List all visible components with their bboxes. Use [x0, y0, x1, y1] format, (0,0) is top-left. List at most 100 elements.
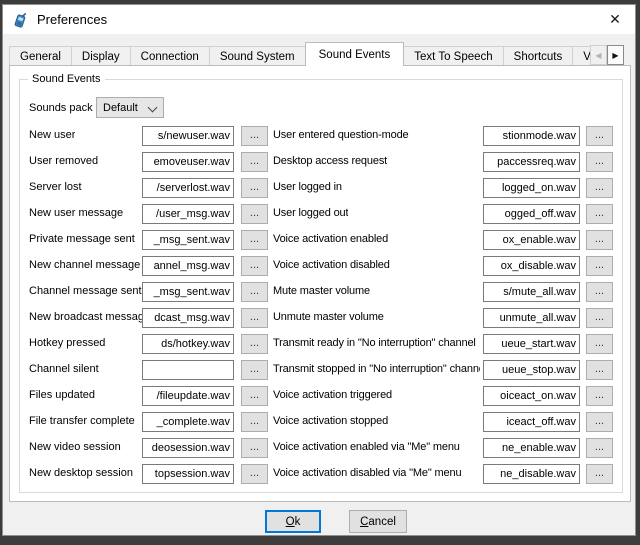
chevron-down-icon [148, 103, 158, 113]
sound-file-input[interactable] [483, 386, 580, 406]
sound-file-input[interactable] [142, 438, 234, 458]
tab-text-to-speech[interactable]: Text To Speech [403, 46, 503, 66]
sound-events-column-right: User entered question-mode ... Desktop a… [273, 124, 615, 488]
sound-file-input[interactable] [142, 204, 234, 224]
browse-button[interactable]: ... [241, 334, 268, 354]
sound-event-label: New channel message [29, 259, 140, 271]
sound-event-row: Transmit ready in "No interruption" chan… [273, 332, 615, 358]
sound-file-input[interactable] [483, 230, 580, 250]
app-icon [12, 11, 29, 28]
sound-file-input[interactable] [483, 308, 580, 328]
tab-display[interactable]: Display [71, 46, 131, 66]
sound-file-input[interactable] [483, 360, 580, 380]
cancel-button[interactable]: Cancel [349, 510, 407, 533]
sound-event-row: Voice activation disabled via "Me" menu … [273, 462, 615, 488]
sound-event-label: Unmute master volume [273, 311, 384, 323]
sound-file-input[interactable] [142, 256, 234, 276]
sound-file-input[interactable] [142, 360, 234, 380]
sound-file-input[interactable] [483, 412, 580, 432]
sound-file-input[interactable] [142, 178, 234, 198]
sound-file-input[interactable] [142, 308, 234, 328]
browse-button[interactable]: ... [586, 204, 613, 224]
tab-connection[interactable]: Connection [130, 46, 210, 66]
sound-file-input[interactable] [483, 282, 580, 302]
sounds-pack-label: Sounds pack [29, 102, 93, 114]
browse-button[interactable]: ... [241, 178, 268, 198]
sound-event-row: Files updated ... [29, 384, 271, 410]
sound-event-row: New desktop session ... [29, 462, 271, 488]
sound-event-label: New video session [29, 441, 121, 453]
sound-event-label: Files updated [29, 389, 95, 401]
browse-button[interactable]: ... [241, 152, 268, 172]
sound-file-input[interactable] [142, 230, 234, 250]
browse-button[interactable]: ... [586, 178, 613, 198]
sound-event-row: Voice activation stopped ... [273, 410, 615, 436]
sound-event-label: Channel message sent [29, 285, 142, 297]
sound-event-row: Voice activation triggered ... [273, 384, 615, 410]
browse-button[interactable]: ... [241, 412, 268, 432]
sound-file-input[interactable] [142, 152, 234, 172]
browse-button[interactable]: ... [586, 334, 613, 354]
sound-event-row: Voice activation enabled ... [273, 228, 615, 254]
browse-button[interactable]: ... [241, 256, 268, 276]
browse-button[interactable]: ... [586, 282, 613, 302]
sound-file-input[interactable] [483, 464, 580, 484]
browse-button[interactable]: ... [586, 360, 613, 380]
browse-button[interactable]: ... [241, 204, 268, 224]
browse-button[interactable]: ... [586, 256, 613, 276]
sound-event-label: New broadcast message [29, 311, 150, 323]
sound-file-input[interactable] [142, 464, 234, 484]
browse-button[interactable]: ... [586, 438, 613, 458]
browse-button[interactable]: ... [241, 308, 268, 328]
sound-file-input[interactable] [483, 126, 580, 146]
sound-file-input[interactable] [483, 204, 580, 224]
tab-scroll-left-button[interactable]: ◀ [590, 45, 607, 65]
close-button[interactable]: ✕ [595, 5, 635, 34]
sound-file-input[interactable] [483, 178, 580, 198]
browse-button[interactable]: ... [586, 386, 613, 406]
browse-button[interactable]: ... [586, 126, 613, 146]
sound-event-label: Voice activation enabled via "Me" menu [273, 441, 460, 453]
browse-button[interactable]: ... [586, 308, 613, 328]
browse-button[interactable]: ... [241, 230, 268, 250]
tab-general[interactable]: General [9, 46, 72, 66]
sound-file-input[interactable] [483, 334, 580, 354]
tab-scroll-right-button[interactable]: ▶ [607, 45, 624, 65]
browse-button[interactable]: ... [241, 126, 268, 146]
sound-event-label: User logged in [273, 181, 342, 193]
browse-button[interactable]: ... [586, 464, 613, 484]
sound-file-input[interactable] [483, 438, 580, 458]
browse-button[interactable]: ... [241, 464, 268, 484]
title-bar: Preferences ✕ [3, 5, 635, 34]
sound-file-input[interactable] [483, 256, 580, 276]
browse-button[interactable]: ... [241, 282, 268, 302]
sound-event-label: User entered question-mode [273, 129, 409, 141]
sound-file-input[interactable] [142, 334, 234, 354]
sound-event-row: New channel message ... [29, 254, 271, 280]
sound-event-row: New video session ... [29, 436, 271, 462]
tab-sound-system[interactable]: Sound System [209, 46, 306, 66]
tab-sound-events[interactable]: Sound Events [305, 42, 405, 66]
sound-file-input[interactable] [483, 152, 580, 172]
tab-shortcuts[interactable]: Shortcuts [503, 46, 574, 66]
browse-button[interactable]: ... [241, 438, 268, 458]
ok-button[interactable]: Ok [265, 510, 321, 533]
tab-video[interactable]: Video [572, 46, 591, 66]
sound-event-label: New user message [29, 207, 123, 219]
browse-button[interactable]: ... [586, 230, 613, 250]
sound-file-input[interactable] [142, 412, 234, 432]
sound-event-row: Voice activation enabled via "Me" menu .… [273, 436, 615, 462]
sound-file-input[interactable] [142, 126, 234, 146]
browse-button[interactable]: ... [586, 152, 613, 172]
sound-event-row: User logged out ... [273, 202, 615, 228]
sound-event-label: Transmit ready in "No interruption" chan… [273, 337, 476, 349]
sound-event-row: User removed ... [29, 150, 271, 176]
browse-button[interactable]: ... [241, 386, 268, 406]
browse-button[interactable]: ... [586, 412, 613, 432]
sound-file-input[interactable] [142, 282, 234, 302]
browse-button[interactable]: ... [241, 360, 268, 380]
sound-event-row: New broadcast message ... [29, 306, 271, 332]
sounds-pack-dropdown[interactable]: Default [96, 97, 164, 118]
sound-event-label: User removed [29, 155, 98, 167]
sound-file-input[interactable] [142, 386, 234, 406]
